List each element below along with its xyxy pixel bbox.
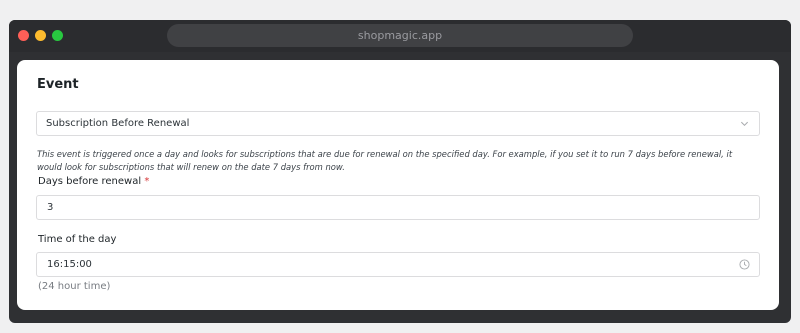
- browser-titlebar: shopmagic.app: [9, 20, 791, 52]
- minimize-window-button[interactable]: [35, 30, 46, 41]
- clock-icon[interactable]: [739, 259, 750, 270]
- time-of-day-value: 16:15:00: [47, 259, 92, 270]
- time-of-day-input[interactable]: 16:15:00: [36, 252, 760, 277]
- event-settings-panel: Event Subscription Before Renewal This e…: [17, 60, 779, 310]
- chevron-down-icon: [740, 121, 749, 127]
- time-of-day-label: Time of the day: [38, 234, 117, 245]
- days-before-renewal-input[interactable]: 3: [36, 195, 760, 220]
- event-description: This event is triggered once a day and l…: [37, 149, 733, 172]
- event-type-select[interactable]: Subscription Before Renewal: [36, 111, 760, 136]
- event-type-value: Subscription Before Renewal: [46, 118, 190, 129]
- days-before-renewal-label: Days before renewal *: [38, 176, 149, 187]
- section-title: Event: [37, 77, 79, 92]
- days-label-text: Days before renewal: [38, 176, 142, 187]
- address-bar[interactable]: shopmagic.app: [167, 24, 633, 47]
- close-window-button[interactable]: [18, 30, 29, 41]
- time-format-hint: (24 hour time): [38, 281, 111, 292]
- browser-window: shopmagic.app Event Subscription Before …: [9, 20, 791, 323]
- required-marker: *: [144, 176, 150, 187]
- maximize-window-button[interactable]: [52, 30, 63, 41]
